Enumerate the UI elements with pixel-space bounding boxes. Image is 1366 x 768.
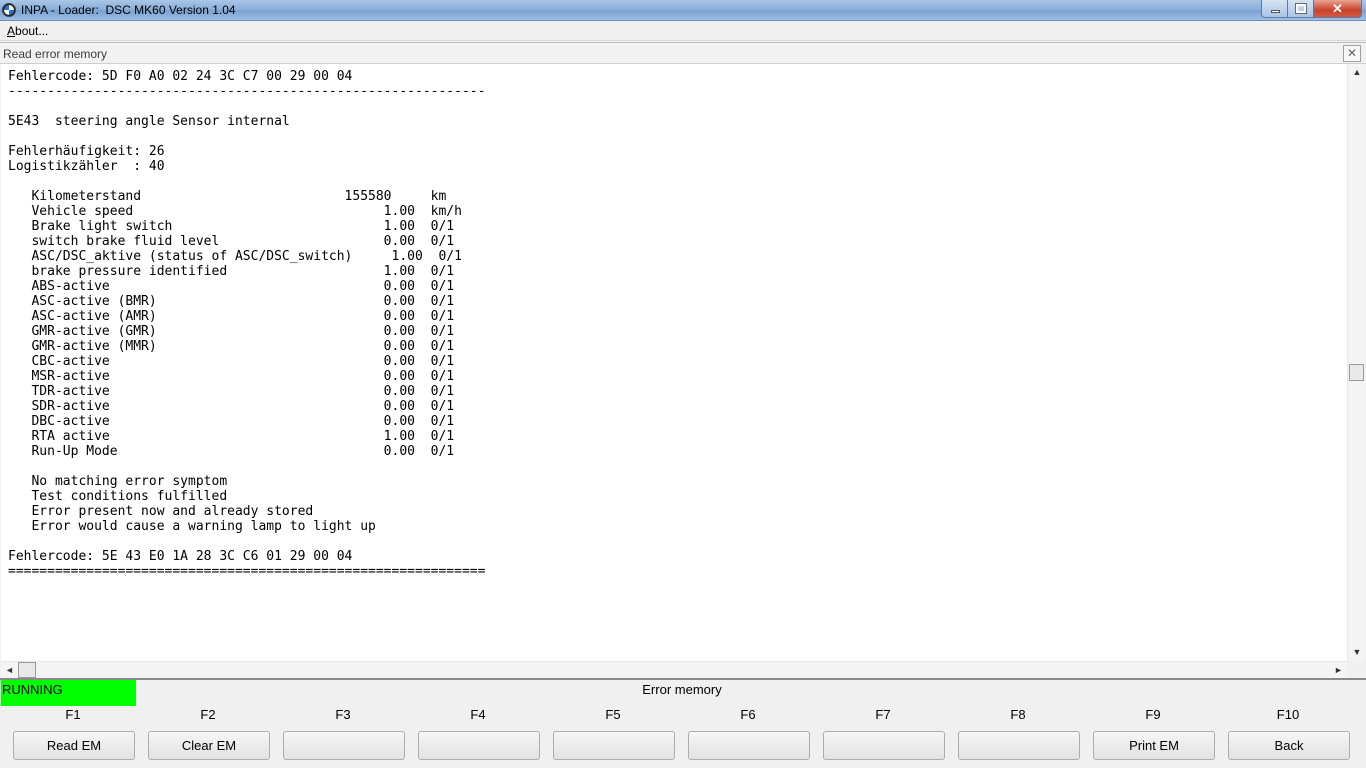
print-em-button[interactable]: Print EM <box>1093 731 1215 760</box>
output-line: Run-Up Mode 0.00 0/1 <box>8 444 455 459</box>
vertical-scroll-thumb[interactable] <box>1349 364 1364 381</box>
output-line: MSR-active 0.00 0/1 <box>8 369 455 384</box>
title-bar: INPA - Loader: DSC MK60 Version 1.04 ✕ <box>0 0 1366 21</box>
horizontal-scroll-thumb[interactable] <box>18 662 36 678</box>
running-indicator: RUNNING <box>1 680 136 706</box>
scroll-up-icon[interactable]: ▲ <box>1349 64 1365 81</box>
output-line: Kilometerstand 155580 km <box>8 189 447 204</box>
close-icon: ✕ <box>1346 46 1358 60</box>
fkey-label-f5: F5 <box>605 707 621 722</box>
scroll-left-icon[interactable]: ◄ <box>1 662 18 678</box>
panel-close-button[interactable]: ✕ <box>1343 45 1361 62</box>
output-line: Brake light switch 1.00 0/1 <box>8 219 455 234</box>
output-line: RTA active 1.00 0/1 <box>8 429 455 444</box>
horizontal-scrollbar[interactable]: ◄ ► <box>1 661 1347 678</box>
window-title: INPA - Loader: DSC MK60 Version 1.04 <box>21 3 236 17</box>
output-line: Fehlercode: 5D F0 A0 02 24 3C C7 00 29 0… <box>8 69 353 84</box>
f4-button[interactable] <box>418 731 540 760</box>
fkey-label-f1: F1 <box>65 707 81 722</box>
f3-button[interactable] <box>283 731 405 760</box>
fkey-label-f8: F8 <box>1010 707 1026 722</box>
fkey-label-f7: F7 <box>875 707 891 722</box>
output-line: 5E43 steering angle Sensor internal <box>8 114 290 129</box>
output-line: Fehlercode: 5E 43 E0 1A 28 3C C6 01 29 0… <box>8 549 353 564</box>
vertical-scrollbar[interactable]: ▲ ▼ <box>1347 64 1365 661</box>
back-button[interactable]: Back <box>1228 731 1350 760</box>
read-em-button[interactable]: Read EM <box>13 731 135 760</box>
maximize-button[interactable] <box>1288 0 1314 18</box>
fkey-label-f4: F4 <box>470 707 486 722</box>
output-line: Error present now and already stored <box>8 504 314 519</box>
menu-item-about-mnemonic: A <box>7 24 16 38</box>
output-line: CBC-active 0.00 0/1 <box>8 354 455 369</box>
output-line: Test conditions fulfilled <box>8 489 228 504</box>
minimize-icon <box>1271 10 1280 13</box>
fkey-label-f6: F6 <box>740 707 756 722</box>
screen-title: Error memory <box>642 682 722 697</box>
fkey-label-f3: F3 <box>335 707 351 722</box>
f6-button[interactable] <box>688 731 810 760</box>
output-line: ----------------------------------------… <box>8 84 486 99</box>
close-icon: ✕ <box>1332 1 1343 16</box>
output-line: ========================================… <box>8 564 486 579</box>
f8-button[interactable] <box>958 731 1080 760</box>
menu-bar: About... <box>0 21 1366 41</box>
maximize-icon <box>1295 3 1307 14</box>
output-line: ASC-active (AMR) 0.00 0/1 <box>8 309 455 324</box>
output-line: Vehicle speed 1.00 km/h <box>8 204 462 219</box>
clear-em-button[interactable]: Clear EM <box>148 731 270 760</box>
minimize-button[interactable] <box>1261 0 1288 18</box>
close-window-button[interactable]: ✕ <box>1314 0 1362 18</box>
f7-button[interactable] <box>823 731 945 760</box>
error-memory-output[interactable]: Fehlercode: 5D F0 A0 02 24 3C C7 00 29 0… <box>1 64 1347 661</box>
inpa-window: INPA - Loader: DSC MK60 Version 1.04 ✕ A… <box>0 0 1366 768</box>
output-line: No matching error symptom <box>8 474 228 489</box>
fkey-label-f9: F9 <box>1145 707 1161 722</box>
output-line: ASC/DSC_aktive (status of ASC/DSC_switch… <box>8 249 462 264</box>
output-line: TDR-active 0.00 0/1 <box>8 384 455 399</box>
output-line: ASC-active (BMR) 0.00 0/1 <box>8 294 455 309</box>
menu-item-about[interactable]: About... <box>7 24 48 38</box>
output-line: switch brake fluid level 0.00 0/1 <box>8 234 455 249</box>
output-line: Logistikzähler : 40 <box>8 159 165 174</box>
f5-button[interactable] <box>553 731 675 760</box>
output-line: GMR-active (GMR) 0.00 0/1 <box>8 324 455 339</box>
running-status-text: RUNNING <box>2 682 63 697</box>
panel-header: Read error memory ✕ <box>0 42 1366 64</box>
output-line: GMR-active (MMR) 0.00 0/1 <box>8 339 455 354</box>
output-line: Error would cause a warning lamp to ligh… <box>8 519 376 534</box>
panel-title: Read error memory <box>3 47 108 61</box>
output-line: brake pressure identified 1.00 0/1 <box>8 264 455 279</box>
bmw-logo-icon <box>2 3 16 17</box>
scroll-down-icon[interactable]: ▼ <box>1349 644 1365 661</box>
fkey-label-f10: F10 <box>1276 707 1300 722</box>
menu-item-about-label: bout... <box>15 24 49 38</box>
fkey-label-f2: F2 <box>200 707 216 722</box>
output-line: Fehlerhäufigkeit: 26 <box>8 144 165 159</box>
scroll-right-icon[interactable]: ► <box>1330 662 1347 678</box>
output-line: DBC-active 0.00 0/1 <box>8 414 455 429</box>
error-memory-text: Fehlercode: 5D F0 A0 02 24 3C C7 00 29 0… <box>8 69 485 579</box>
output-line: ABS-active 0.00 0/1 <box>8 279 455 294</box>
scrollbar-corner <box>1347 661 1365 678</box>
output-line: SDR-active 0.00 0/1 <box>8 399 455 414</box>
